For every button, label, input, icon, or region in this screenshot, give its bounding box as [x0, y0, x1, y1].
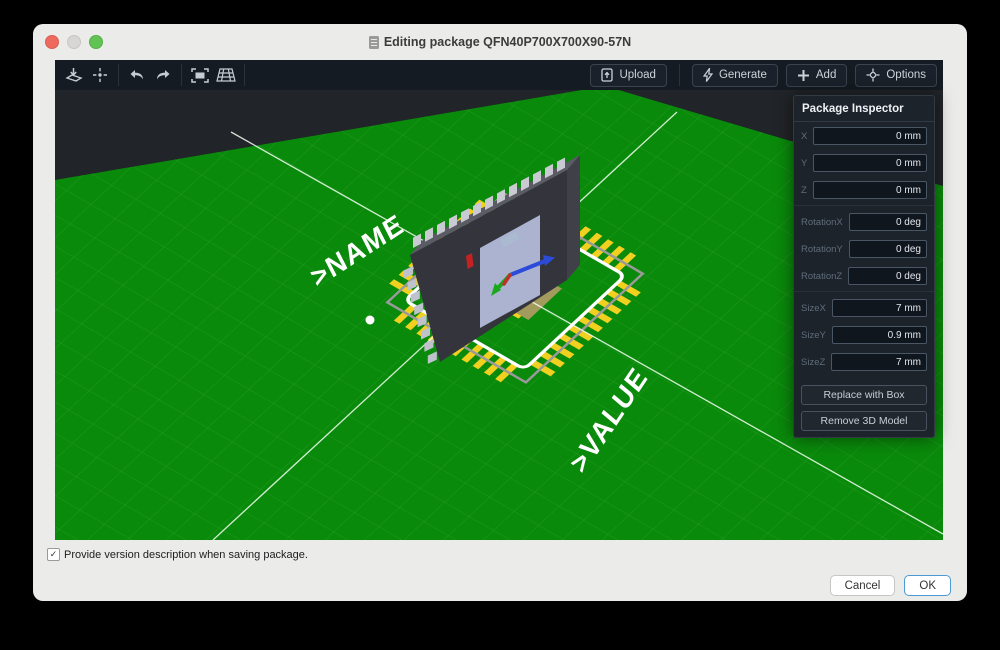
- field-label-z: Z: [801, 185, 807, 196]
- package-inspector-panel: Package Inspector X Y Z RotationX Rotati…: [793, 95, 935, 438]
- rotationz-input[interactable]: [848, 267, 927, 285]
- traffic-lights: [45, 35, 103, 49]
- options-button[interactable]: Options: [855, 64, 937, 87]
- import-model-icon[interactable]: [61, 63, 87, 87]
- close-button[interactable]: [45, 35, 59, 49]
- fit-view-icon[interactable]: [187, 63, 213, 87]
- toolbar-separator: [118, 64, 119, 86]
- y-input[interactable]: [813, 154, 927, 172]
- field-label-x: X: [801, 131, 807, 142]
- field-label-rotationy: RotationY: [801, 244, 843, 255]
- replace-with-box-button[interactable]: Replace with Box: [801, 385, 927, 405]
- lightning-icon: [703, 68, 713, 82]
- minimize-button[interactable]: [67, 35, 81, 49]
- grid-plane-icon[interactable]: [213, 63, 239, 87]
- field-label-sizex: SizeX: [801, 303, 826, 314]
- field-label-y: Y: [801, 158, 807, 169]
- redo-icon[interactable]: [150, 63, 176, 87]
- crosshair-icon: [866, 68, 880, 82]
- x-input[interactable]: [813, 127, 927, 145]
- rotationx-input[interactable]: [849, 213, 927, 231]
- field-label-sizey: SizeY: [801, 330, 826, 341]
- remove-3d-model-button[interactable]: Remove 3D Model: [801, 411, 927, 431]
- toolbar-separator: [181, 64, 182, 86]
- sizex-input[interactable]: [832, 299, 927, 317]
- version-description-checkbox[interactable]: ✓: [47, 548, 60, 561]
- toolbar-separator: [244, 64, 245, 86]
- origin-icon[interactable]: [87, 63, 113, 87]
- plus-icon: [797, 69, 810, 82]
- 3d-viewport[interactable]: >NAME >VALUE Package Inspector X Y Z Rot…: [55, 90, 943, 540]
- panel-title: Package Inspector: [794, 96, 934, 122]
- pin1-dot: [366, 316, 375, 325]
- sizez-input[interactable]: [831, 353, 927, 371]
- editor-content: Upload Generate Add Options: [55, 60, 943, 540]
- ok-button[interactable]: OK: [904, 575, 951, 596]
- toolbar-separator: [679, 64, 680, 86]
- zoom-button[interactable]: [89, 35, 103, 49]
- upload-button[interactable]: Upload: [590, 64, 666, 87]
- undo-icon[interactable]: [124, 63, 150, 87]
- z-input[interactable]: [813, 181, 927, 199]
- sizey-input[interactable]: [832, 326, 927, 344]
- version-description-label: Provide version description when saving …: [64, 549, 308, 561]
- field-label-rotationz: RotationZ: [801, 271, 842, 282]
- field-label-sizez: SizeZ: [801, 357, 825, 368]
- generate-button[interactable]: Generate: [692, 64, 778, 87]
- upload-file-icon: [601, 68, 613, 82]
- add-button[interactable]: Add: [786, 64, 847, 87]
- document-icon: [369, 36, 379, 49]
- window-title: Editing package QFN40P700X700X90-57N: [384, 35, 631, 49]
- cancel-button[interactable]: Cancel: [830, 575, 896, 596]
- titlebar: Editing package QFN40P700X700X90-57N: [33, 24, 967, 60]
- rotationy-input[interactable]: [849, 240, 927, 258]
- field-label-rotationx: RotationX: [801, 217, 843, 228]
- edit-package-dialog: Editing package QFN40P700X700X90-57N: [33, 24, 967, 601]
- version-description-option: ✓ Provide version description when savin…: [47, 548, 308, 561]
- toolbar: Upload Generate Add Options: [55, 60, 943, 90]
